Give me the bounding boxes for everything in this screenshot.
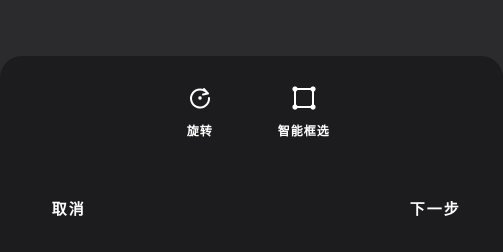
smart-select-icon [290,84,318,112]
next-step-button[interactable]: 下一步 [410,198,461,219]
rotate-icon [186,84,214,112]
bottom-sheet: 旋转 智能框选 取消 下一步 [0,56,503,252]
rotate-button[interactable]: 旋转 [160,84,240,139]
cancel-button[interactable]: 取消 [52,198,86,219]
screen: 旋转 智能框选 取消 下一步 [0,0,503,252]
smart-select-label: 智能框选 [277,124,330,138]
smart-select-button[interactable]: 智能框选 [264,84,344,139]
rotate-label: 旋转 [186,124,213,138]
